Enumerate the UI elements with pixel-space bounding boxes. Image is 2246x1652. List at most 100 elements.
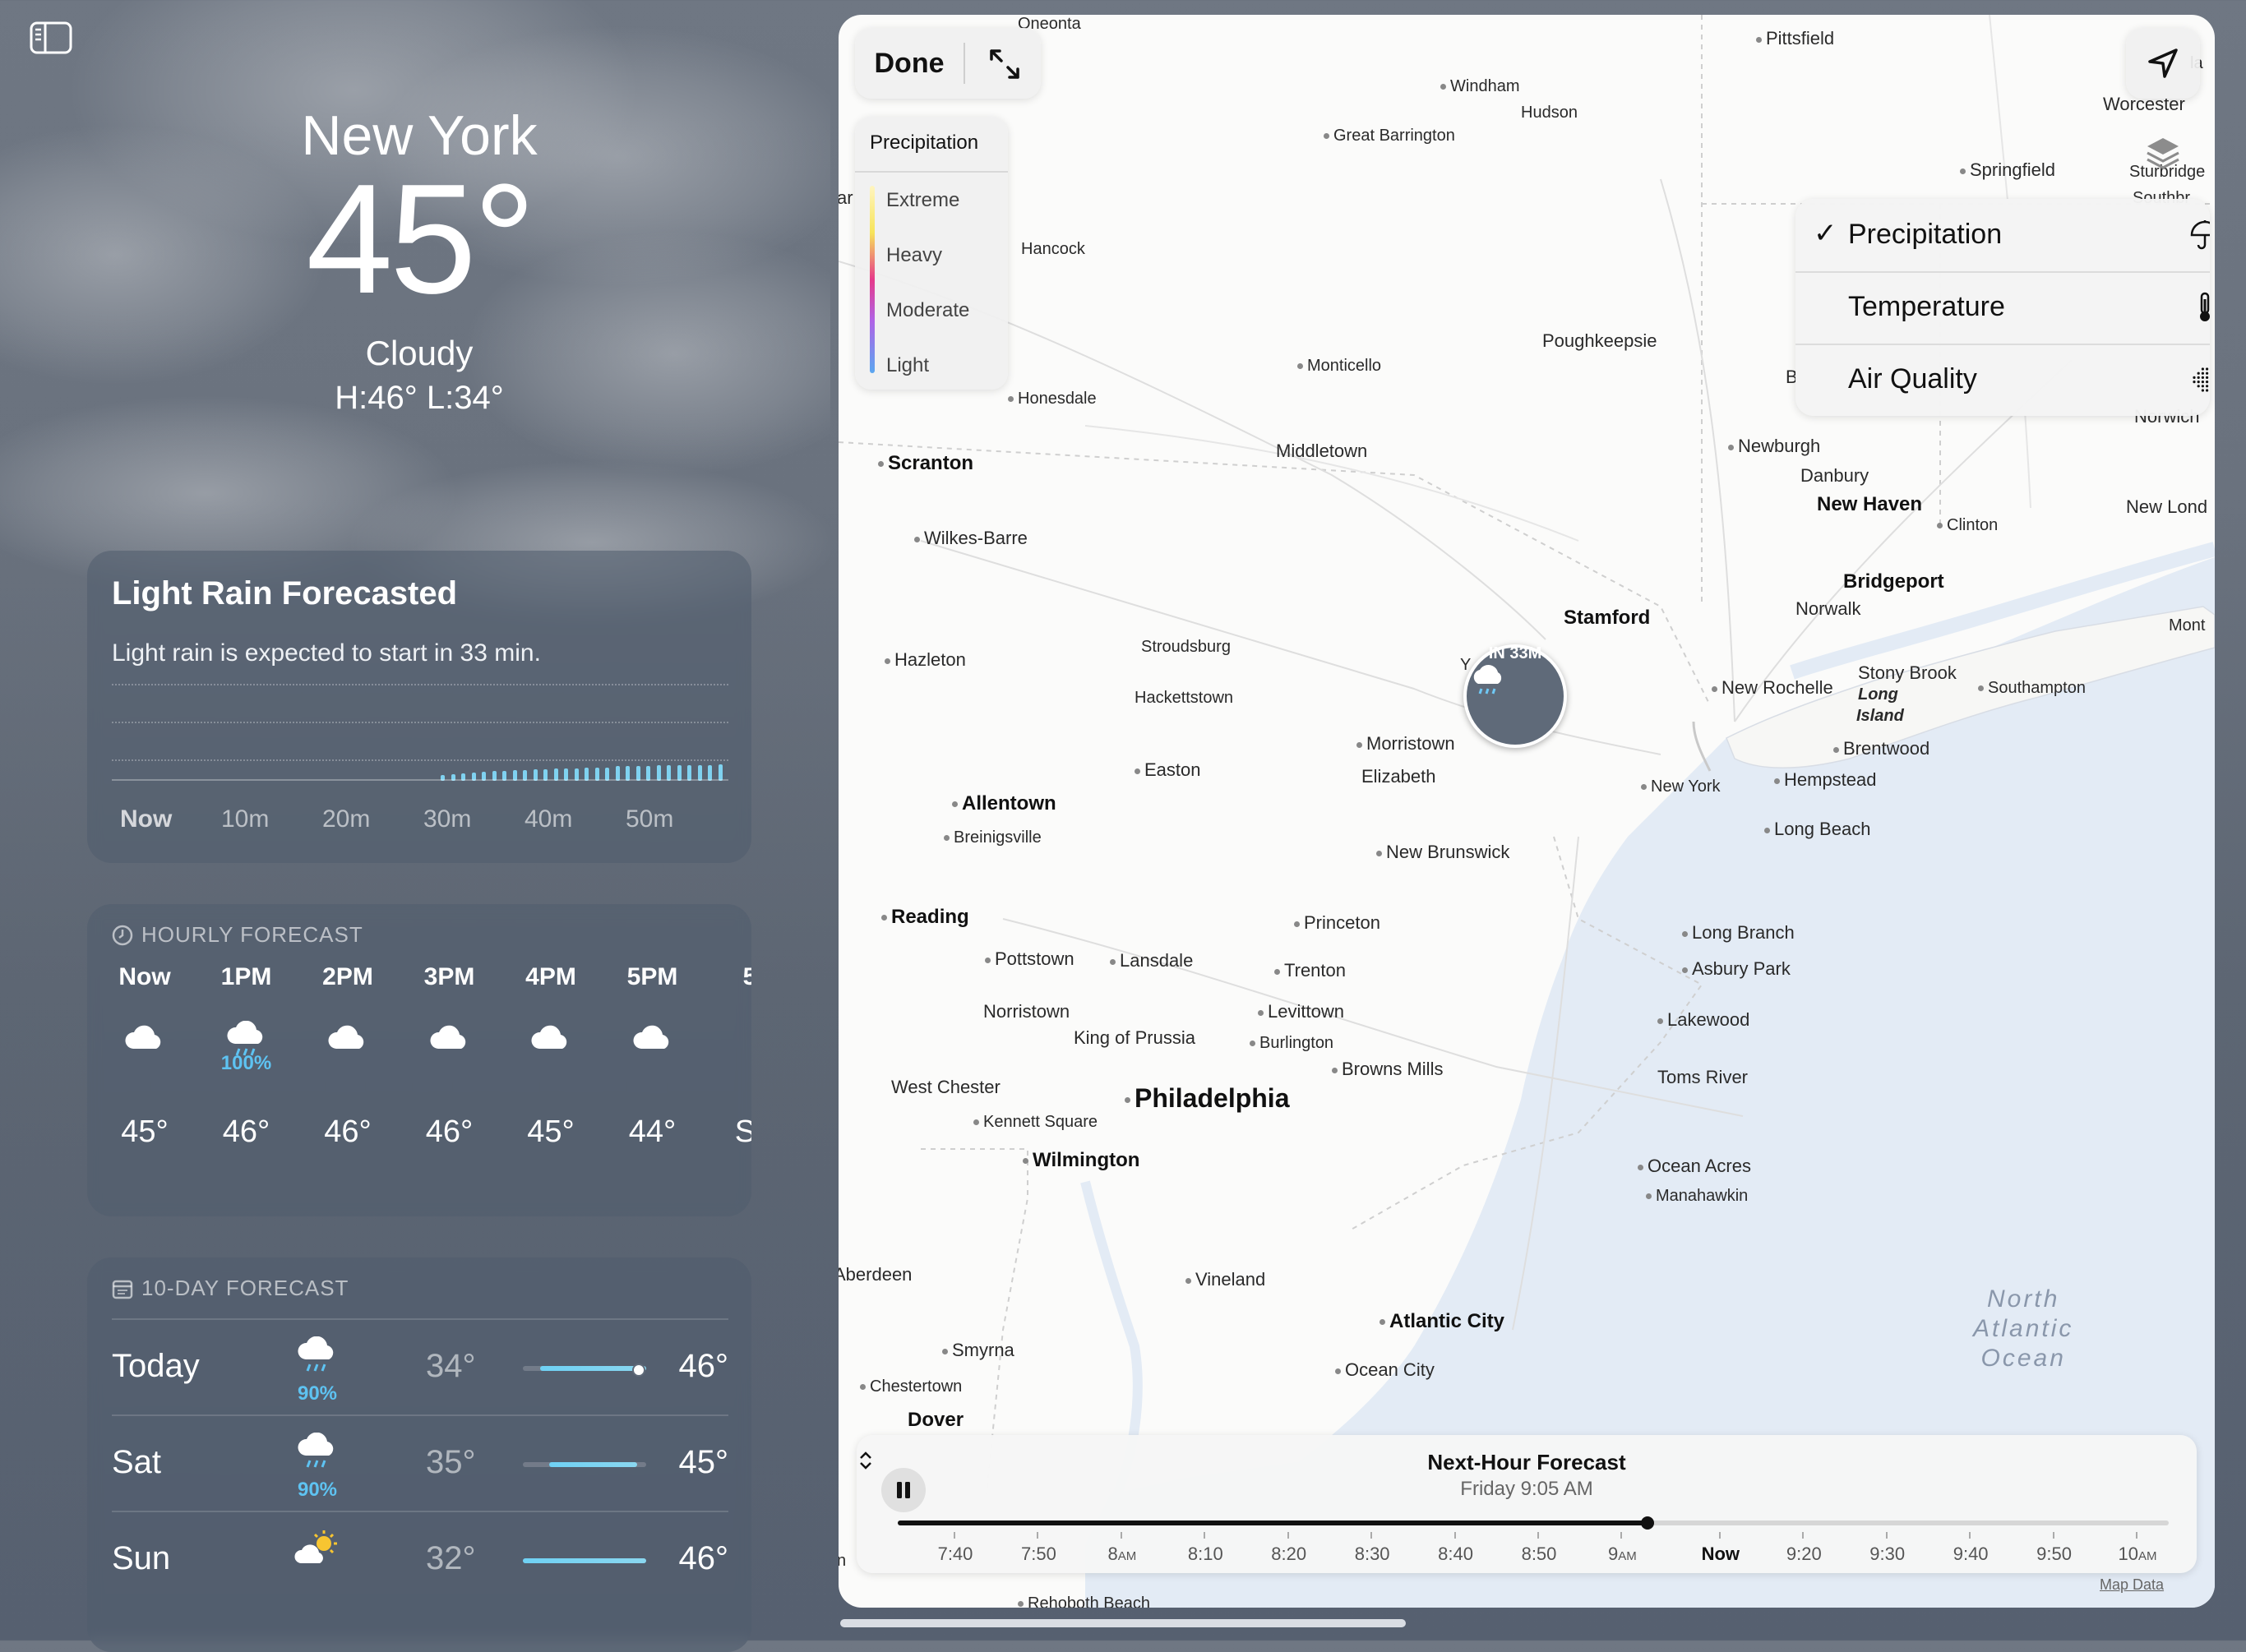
- scrubber-tick-mark: [1537, 1532, 1539, 1539]
- place-name: New Brunswick: [1386, 842, 1510, 862]
- map-place-label: Monticello: [1297, 357, 1381, 376]
- scrubber-tick-mark: [1120, 1532, 1122, 1539]
- place-name: Pottstown: [995, 948, 1074, 969]
- scrubber-track[interactable]: [898, 1516, 2169, 1530]
- map-place-label: Great Barrington: [1324, 127, 1455, 145]
- map-place-label: Elizabeth: [1361, 766, 1436, 787]
- map-place-label: New Lond: [2126, 496, 2207, 518]
- place-dot: [885, 658, 890, 664]
- ten-day-header-label: 10-DAY FORECAST: [141, 1276, 349, 1300]
- place-name: Island: [1856, 707, 1904, 725]
- place-name: Elizabeth: [1361, 766, 1436, 787]
- map-place-label: Trenton: [1274, 960, 1346, 981]
- hourly-temp: 44°: [628, 1114, 677, 1149]
- map-place-label: Easton: [1135, 759, 1201, 781]
- tick-time: 9:40: [1953, 1544, 1989, 1564]
- map-place-label: Middletown: [1276, 441, 1367, 462]
- precipitation-map[interactable]: Oneonta Pittsfield Windham Hudson Great Barr…: [839, 15, 2215, 1608]
- map-place-label: Levittown: [1258, 1001, 1344, 1022]
- scrubber-tick-mark: [1287, 1532, 1289, 1539]
- place-name: Southampton: [1988, 679, 2086, 697]
- daily-row[interactable]: Sun 32° 46°: [112, 1511, 728, 1608]
- place-dot: [1332, 1067, 1338, 1073]
- place-dot: [1258, 1009, 1264, 1016]
- map-place-label: Hazleton: [885, 649, 966, 671]
- place-name: Dover: [908, 1409, 964, 1431]
- place-dot: [1125, 1097, 1130, 1104]
- chart-gridline: [112, 684, 728, 685]
- place-name: ar: [839, 187, 853, 208]
- place-name: Levittown: [1268, 1001, 1344, 1022]
- temp-range-fill: [523, 1558, 646, 1563]
- scrubber-title: Next-Hour Forecast: [1427, 1450, 1626, 1474]
- hourly-temp: 46°: [425, 1114, 474, 1149]
- rain-chart-tick: 20m: [322, 805, 371, 833]
- place-dot: [881, 915, 887, 921]
- place-name: Manahawkin: [1656, 1187, 1749, 1205]
- place-name: Springfield: [1970, 159, 2055, 180]
- rain-chart-tick: 50m: [626, 805, 674, 833]
- hourly-header-label: HOURLY FORECAST: [141, 922, 363, 947]
- map-place-label: Danbury: [1800, 465, 1869, 487]
- precipitation-legend: Precipitation Extreme Heavy Moderate Light: [855, 117, 1008, 390]
- map-place-label: Philadelphia: [1125, 1083, 1289, 1114]
- current-condition: Cloudy: [365, 334, 474, 372]
- place-name: Mont: [2169, 616, 2206, 634]
- scrubber-title-button[interactable]: Next-Hour Forecast: [857, 1450, 2197, 1475]
- place-dot: [1756, 36, 1762, 43]
- scrubber-tick-mark: [1370, 1532, 1373, 1539]
- hourly-forecast-card[interactable]: HOURLY FORECAST Now 45° 1PM 100% 46° 2PM 46° 3P…: [87, 904, 751, 1216]
- scrubber-tick-label: Now: [1698, 1544, 1744, 1565]
- daily-high: 46°: [678, 1540, 729, 1576]
- done-button[interactable]: Done: [855, 28, 964, 99]
- place-name: New York: [1651, 778, 1721, 796]
- place-name: Ocean Acres: [1648, 1156, 1751, 1176]
- scrubber-tick-label: 9:50: [2031, 1544, 2077, 1565]
- forecast-scrubber[interactable]: Next-Hour Forecast Friday 9:05 AM 7:40 7:…: [857, 1435, 2197, 1573]
- scrubber-tick-mark: [2052, 1532, 2054, 1539]
- scrubber-handle[interactable]: [1641, 1516, 1655, 1530]
- scrubber-tick-mark: [1802, 1532, 1805, 1539]
- map-place-label: Ocean Acres: [1638, 1156, 1751, 1177]
- map-data-link[interactable]: Map Data: [2100, 1576, 2164, 1594]
- current-temperature: 45°: [306, 152, 535, 326]
- place-name: Norwalk: [1795, 598, 1861, 619]
- light-rain-card[interactable]: Light Rain Forecasted Light rain is expe…: [87, 551, 751, 863]
- hourly-temp: Su: [734, 1114, 751, 1149]
- place-name: Long Beach: [1774, 819, 1871, 839]
- layer-option-precipitation[interactable]: ✓ Precipitation: [1795, 199, 2210, 273]
- scrubber-tick-mark: [954, 1532, 955, 1539]
- map-layer-menu: ✓ Precipitation Temperature Air Quality: [1795, 199, 2210, 416]
- place-name: Reading: [891, 906, 969, 928]
- map-place-label: Long: [1858, 685, 1898, 704]
- map-place-label: Browns Mills: [1332, 1059, 1443, 1080]
- place-name: Great Barrington: [1333, 127, 1455, 145]
- place-name: Monticello: [1307, 357, 1382, 375]
- layer-option-label: Air Quality: [1848, 363, 1977, 395]
- temp-range-fill: [549, 1462, 638, 1467]
- map-place-label: Reading: [881, 906, 969, 929]
- layer-option-temperature[interactable]: Temperature: [1795, 271, 2210, 345]
- place-name: Hudson: [1521, 104, 1578, 122]
- layer-option-air-quality[interactable]: Air Quality: [1795, 344, 2210, 416]
- cloud-rain-icon: [291, 1432, 344, 1478]
- location-button[interactable]: [2126, 28, 2200, 99]
- map-place-label: Stamford: [1564, 607, 1650, 630]
- ocean-label: North Atlantic Ocean: [1973, 1285, 2074, 1372]
- place-dot: [1376, 850, 1382, 856]
- hourly-time: 3PM: [423, 963, 475, 990]
- tick-suffix: AM: [1117, 1549, 1137, 1563]
- map-place-label: Atlantic City: [1379, 1310, 1504, 1333]
- daily-row[interactable]: Today 90% 34° 46°: [112, 1318, 728, 1415]
- home-indicator[interactable]: [840, 1619, 1406, 1627]
- map-place-label: Hempstead: [1774, 769, 1877, 791]
- place-dot: [1764, 827, 1770, 833]
- current-location-marker[interactable]: IN 33M: [1463, 644, 1567, 748]
- tick-time: 9: [1608, 1544, 1619, 1564]
- ten-day-forecast-card[interactable]: 10-DAY FORECAST Today 90% 34° 46° Sat 90% 35° 4…: [87, 1257, 751, 1652]
- daily-high: 45°: [678, 1444, 729, 1480]
- place-name: New Rochelle: [1721, 677, 1833, 698]
- hourly-time: 5PM: [626, 963, 678, 990]
- daily-row[interactable]: Sat 90% 35° 45°: [112, 1414, 728, 1511]
- sidebar-toggle-icon[interactable]: [30, 21, 72, 54]
